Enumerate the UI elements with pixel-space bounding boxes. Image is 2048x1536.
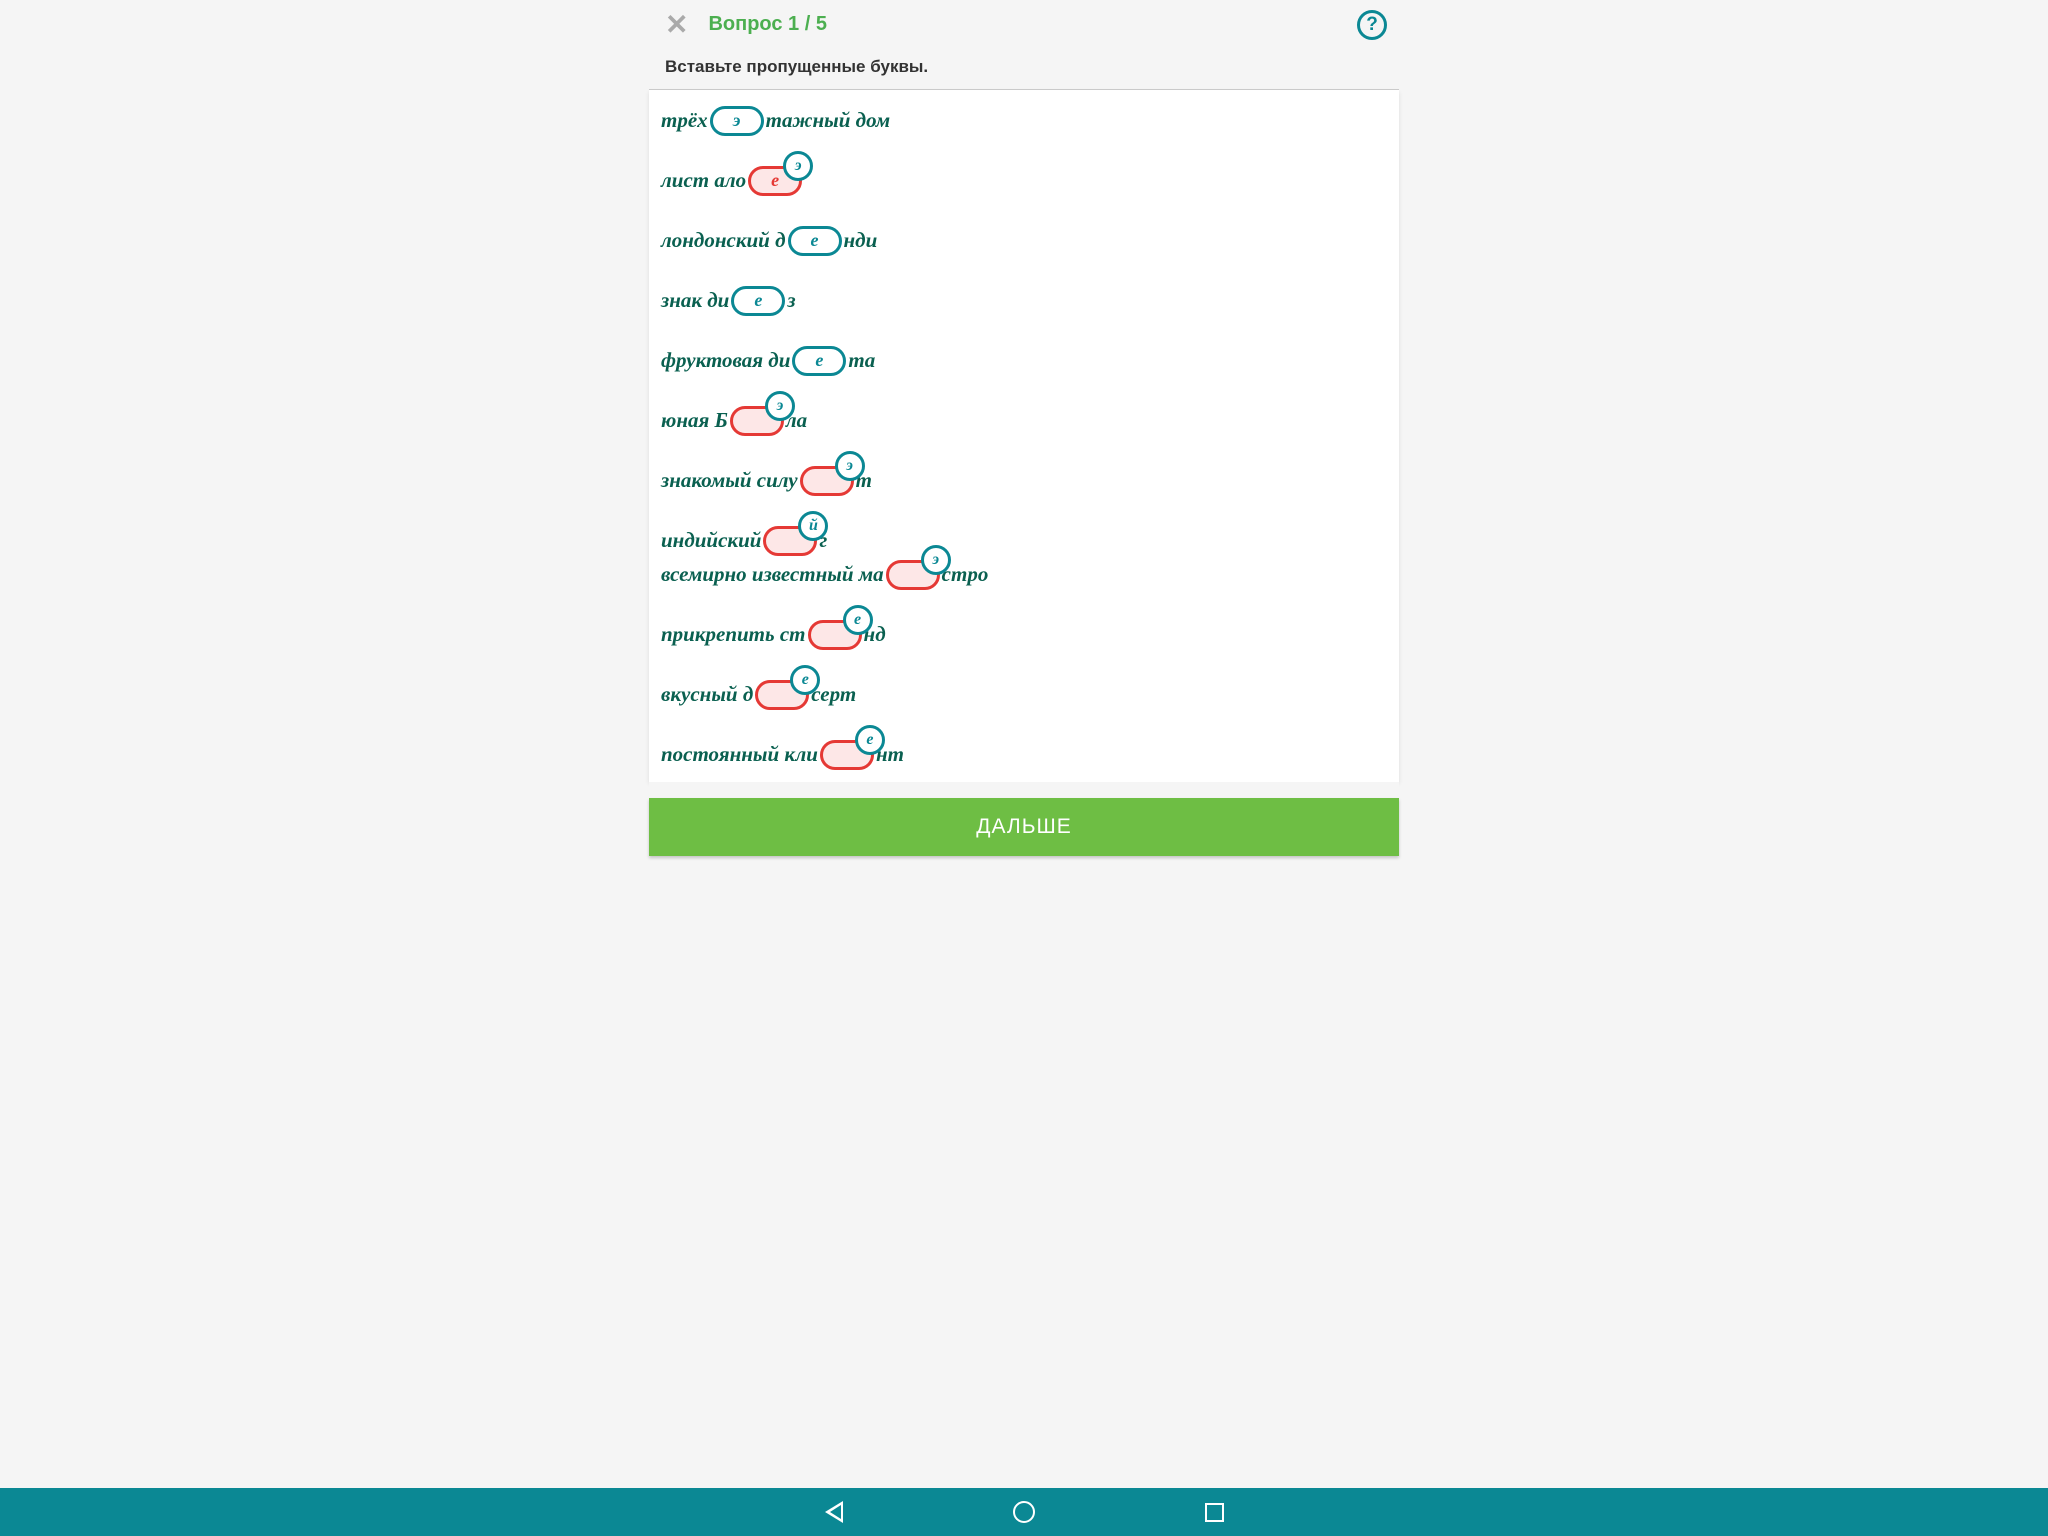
phrase-before: лист ало bbox=[661, 168, 746, 193]
exercise-line: фруктовая диета bbox=[661, 346, 1387, 376]
button-bar: ДАЛЬШЕ bbox=[649, 782, 1399, 872]
correction-badge: э bbox=[921, 545, 951, 575]
exercise-line: индийский йг bbox=[661, 526, 1387, 556]
phrase-before: трёх bbox=[661, 108, 708, 133]
exercise-line: постоянный клиент bbox=[661, 740, 1387, 770]
line-words: постоянный клиент bbox=[661, 740, 904, 770]
phrase-before: лондонский д bbox=[661, 228, 786, 253]
android-navbar bbox=[0, 1488, 2048, 1536]
letter-gap[interactable]: е bbox=[755, 680, 809, 710]
line-words: всемирно известный маэстро bbox=[661, 560, 988, 590]
exercise-line: трёхэтажный дом bbox=[661, 106, 1387, 136]
nav-back-icon[interactable] bbox=[825, 1501, 843, 1523]
letter-gap[interactable]: э bbox=[730, 406, 784, 436]
line-words: знакомый силуэт bbox=[661, 466, 872, 496]
header: ✕ Вопрос 1 / 5 ? bbox=[649, 0, 1399, 49]
letter-gap[interactable]: е bbox=[788, 226, 842, 256]
exercise-content: трёхэтажный домлист алоеэлондонский денд… bbox=[649, 90, 1399, 782]
line-words: прикрепить стенд bbox=[661, 620, 886, 650]
letter-gap[interactable]: э bbox=[710, 106, 764, 136]
exercise-line: знак диез bbox=[661, 286, 1387, 316]
exercise-line: всемирно известный маэстро bbox=[661, 560, 1387, 590]
letter-gap[interactable]: е bbox=[792, 346, 846, 376]
exercise-line: вкусный десерт bbox=[661, 680, 1387, 710]
letter-gap[interactable]: е bbox=[808, 620, 862, 650]
letter-gap[interactable]: э bbox=[800, 466, 854, 496]
phrase-before: юная Б bbox=[661, 408, 728, 433]
nav-home-icon[interactable] bbox=[1013, 1501, 1035, 1523]
correction-badge: е bbox=[843, 605, 873, 635]
nav-recent-icon[interactable] bbox=[1205, 1503, 1224, 1522]
line-words: лондонский денди bbox=[661, 226, 877, 256]
app-container: ✕ Вопрос 1 / 5 ? Вставьте пропущенные бу… bbox=[649, 0, 1399, 1536]
instruction-text: Вставьте пропущенные буквы. bbox=[649, 49, 1399, 90]
phrase-before: вкусный д bbox=[661, 682, 753, 707]
correction-badge: э bbox=[783, 151, 813, 181]
correction-badge: э bbox=[765, 391, 795, 421]
phrase-after: нди bbox=[844, 228, 878, 253]
letter-gap[interactable]: е bbox=[820, 740, 874, 770]
help-icon[interactable]: ? bbox=[1357, 10, 1387, 40]
exercise-line: юная Бэла bbox=[661, 406, 1387, 436]
question-counter: Вопрос 1 / 5 bbox=[708, 13, 827, 36]
line-words: трёхэтажный дом bbox=[661, 106, 890, 136]
exercise-line: лист алоеэ bbox=[661, 166, 1387, 196]
exercise-line: прикрепить стенд bbox=[661, 620, 1387, 650]
phrase-before: фруктовая ди bbox=[661, 348, 790, 373]
letter-gap[interactable]: й bbox=[763, 526, 817, 556]
phrase-before: постоянный кли bbox=[661, 742, 818, 767]
letter-gap[interactable]: е bbox=[731, 286, 785, 316]
line-words: юная Бэла bbox=[661, 406, 807, 436]
exercise-line: лондонский денди bbox=[661, 226, 1387, 256]
phrase-before: индийский bbox=[661, 528, 761, 553]
phrase-before: всемирно известный ма bbox=[661, 562, 884, 587]
correction-badge: э bbox=[835, 451, 865, 481]
phrase-after: та bbox=[848, 348, 875, 373]
exercise-line: знакомый силуэт bbox=[661, 466, 1387, 496]
phrase-after: тажный дом bbox=[766, 108, 891, 133]
next-button[interactable]: ДАЛЬШЕ bbox=[649, 798, 1399, 856]
navbar-spacer bbox=[649, 872, 1399, 920]
phrase-before: прикрепить ст bbox=[661, 622, 806, 647]
line-words: фруктовая диета bbox=[661, 346, 875, 376]
correction-badge: е bbox=[855, 725, 885, 755]
letter-gap[interactable]: э bbox=[886, 560, 940, 590]
close-icon[interactable]: ✕ bbox=[661, 8, 692, 41]
line-words: лист алоеэ bbox=[661, 166, 804, 196]
letter-gap[interactable]: еэ bbox=[748, 166, 802, 196]
phrase-after: з bbox=[787, 288, 795, 313]
line-words: вкусный десерт bbox=[661, 680, 856, 710]
phrase-before: знакомый силу bbox=[661, 468, 798, 493]
line-words: знак диез bbox=[661, 286, 796, 316]
line-words: индийский йг bbox=[661, 526, 827, 556]
phrase-before: знак ди bbox=[661, 288, 729, 313]
